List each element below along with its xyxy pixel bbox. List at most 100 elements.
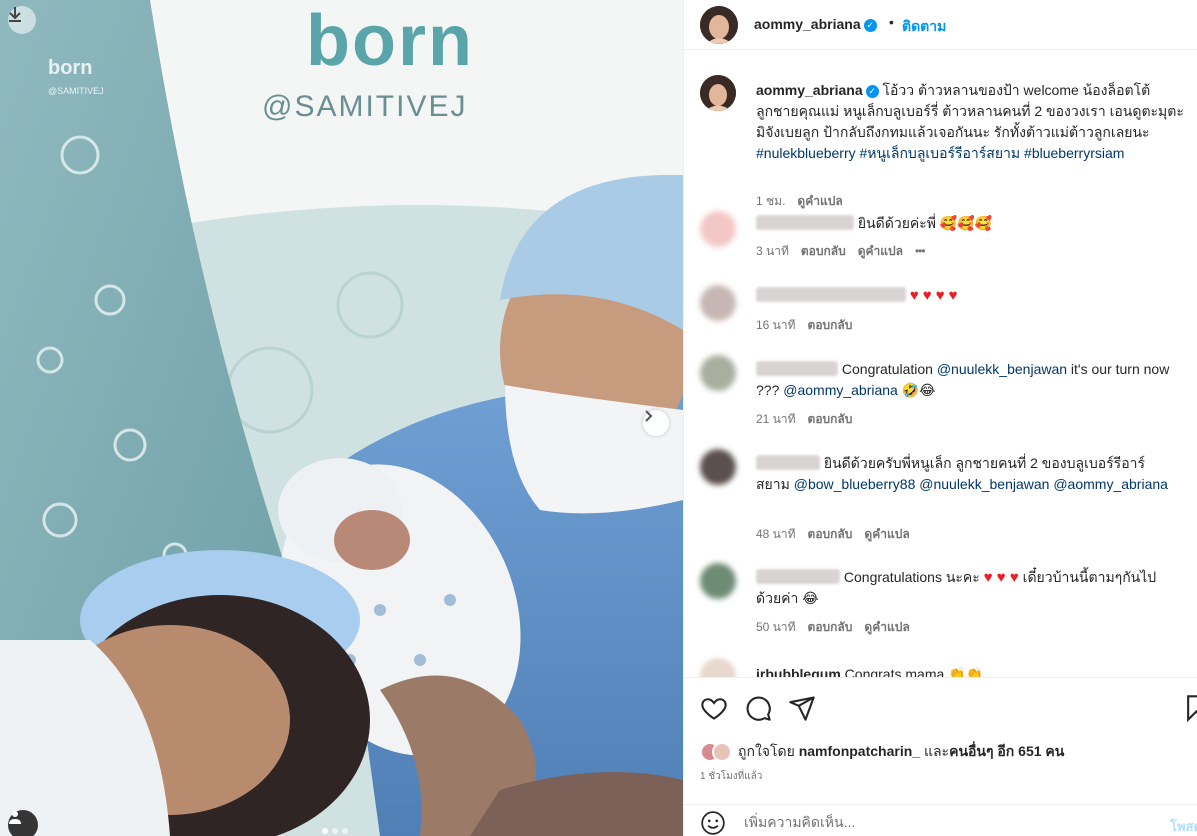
banner-brand: born xyxy=(306,1,474,81)
comment-meta: 21 นาที ตอบกลับ xyxy=(756,410,864,429)
caption-meta: 1 ชม. ดูคำแปล xyxy=(756,192,855,211)
mention-link[interactable]: @nuulekk_benjawan xyxy=(937,361,1067,377)
verified-icon: ✓ xyxy=(863,18,877,32)
likes-text: ถูกใจโดย namfonpatcharin_ และคนอื่นๆ อีก… xyxy=(738,741,1064,763)
comment-time[interactable]: 21 นาที xyxy=(756,412,796,426)
comment-text: Congratulations นะคะ ♥ ♥ ♥ เดี๋ยวบ้านนี้… xyxy=(756,567,1176,609)
comment-meta: 16 นาที ตอบกลับ xyxy=(756,316,864,335)
comment-text: irbubblegum Congrats mama 👏👏 xyxy=(756,664,1176,677)
likes-summary: ถูกใจโดย namfonpatcharin_ และคนอื่นๆ อีก… xyxy=(700,741,1064,763)
follow-button[interactable]: ติดตาม xyxy=(902,16,946,38)
mention-link[interactable]: @aommy_abriana xyxy=(1053,476,1168,492)
carousel-dot xyxy=(332,828,338,834)
comment-username[interactable]: irbubblegum xyxy=(756,666,841,677)
chevron-right-icon xyxy=(645,410,653,422)
comment-time[interactable]: 3 นาที xyxy=(756,244,789,258)
avatar[interactable] xyxy=(700,658,736,677)
comment-text: ♥♥♥♥ xyxy=(756,285,1176,306)
post-actions: ถูกใจโดย namfonpatcharin_ และคนอื่นๆ อีก… xyxy=(684,677,1197,836)
avatar[interactable] xyxy=(712,742,732,762)
drape-subtitle: @SAMITIVEJ xyxy=(48,86,104,96)
tagged-users-button[interactable] xyxy=(8,810,38,836)
share-icon[interactable] xyxy=(788,694,816,722)
redacted-username xyxy=(756,569,840,584)
comment-text: Congratulation @nuulekk_benjawan it's ou… xyxy=(756,359,1176,401)
likes-prefix: ถูกใจโดย xyxy=(738,743,799,759)
comment-time[interactable]: 50 นาที xyxy=(756,620,796,634)
reply-button[interactable]: ตอบกลับ xyxy=(808,527,853,541)
banner-subtitle: @SAMITIVEJ xyxy=(262,90,468,123)
redacted-username xyxy=(756,361,838,376)
comment-body: ยินดีด้วยค่ะพี่ 🥰🥰🥰 xyxy=(857,215,993,231)
comment-body: Congrats mama 👏👏 xyxy=(844,666,984,677)
mention-link[interactable]: @bow_blueberry88 xyxy=(794,476,916,492)
redacted-username xyxy=(756,287,906,302)
drape-brand: born xyxy=(48,57,93,79)
comment-emoji: 🤣😂 xyxy=(897,382,936,398)
carousel-indicator xyxy=(322,828,348,834)
comment-meta: 50 นาที ตอบกลับ ดูคำแปล xyxy=(756,618,922,637)
redacted-username xyxy=(756,215,854,230)
carousel-dot xyxy=(322,828,328,834)
post-author-username[interactable]: aommy_abriana xyxy=(754,16,861,32)
header-separator: • xyxy=(889,14,894,30)
translate-link[interactable]: ดูคำแปล xyxy=(858,244,903,258)
comment-time[interactable]: 16 นาที xyxy=(756,318,796,332)
comment-body: Congratulation xyxy=(841,361,937,377)
post-photo[interactable]: born @SAMITIVEJ born @SAMITIVEJ xyxy=(0,0,683,836)
comment-time[interactable]: 48 นาที xyxy=(756,527,796,541)
verified-icon: ✓ xyxy=(865,84,879,98)
avatar[interactable] xyxy=(700,449,736,485)
comment-input[interactable] xyxy=(744,809,1124,835)
banner-logo: born xyxy=(300,0,480,84)
liker-username[interactable]: namfonpatcharin_ xyxy=(799,743,920,759)
likes-middle: และ xyxy=(920,743,950,759)
comment-meta: 3 นาที ตอบกลับ ดูคำแปล ••• xyxy=(756,242,937,261)
heart-icon[interactable] xyxy=(700,694,728,722)
comment-text: ยินดีด้วยครับพี่หนูเล็ก ลูกชายคนที่ 2 ขอ… xyxy=(756,453,1176,495)
post-panel: aommy_abriana ✓ • ติดตาม aommy_abriana ✓ โ… xyxy=(683,0,1197,836)
photo-scene xyxy=(0,0,683,836)
avatar[interactable] xyxy=(700,6,738,44)
drape-logo: born @SAMITIVEJ xyxy=(48,58,104,101)
reply-button[interactable]: ตอบกลับ xyxy=(808,412,853,426)
carousel-dot xyxy=(342,828,348,834)
emoji-icon[interactable] xyxy=(700,810,726,836)
caption-text: aommy_abriana ✓ โอ้วว ต้าวหลานของป้า welc… xyxy=(756,80,1186,164)
comments-list[interactable]: aommy_abriana ✓ โอ้วว ต้าวหลานของป้า welc… xyxy=(684,51,1197,677)
translate-link[interactable]: ดูคำแปล xyxy=(864,620,909,634)
avatar[interactable] xyxy=(700,355,736,391)
comment-meta: 48 นาที ตอบกลับ ดูคำแปล xyxy=(756,525,922,544)
redacted-username xyxy=(756,455,820,470)
mention-link[interactable]: @nuulekk_benjawan xyxy=(919,476,1049,492)
add-comment-bar: โพสต์ xyxy=(684,804,1197,836)
download-icon[interactable] xyxy=(8,6,36,34)
avatar[interactable] xyxy=(700,285,736,321)
reply-button[interactable]: ตอบกลับ xyxy=(808,318,853,332)
translate-link[interactable]: ดูคำแปล xyxy=(797,194,842,208)
reply-button[interactable]: ตอบกลับ xyxy=(801,244,846,258)
more-options-icon[interactable]: ••• xyxy=(915,244,926,258)
likes-others-link[interactable]: คนอื่นๆ อีก 651 คน xyxy=(949,743,1064,759)
avatar[interactable] xyxy=(700,563,736,599)
mention-link[interactable]: @aommy_abriana xyxy=(783,382,898,398)
caption-username[interactable]: aommy_abriana xyxy=(756,82,863,98)
avatar[interactable] xyxy=(700,75,736,111)
comment-icon[interactable] xyxy=(744,694,772,722)
avatar[interactable] xyxy=(700,211,736,247)
caption-time[interactable]: 1 ชม. xyxy=(756,194,785,208)
reply-button[interactable]: ตอบกลับ xyxy=(808,620,853,634)
translate-link[interactable]: ดูคำแปล xyxy=(864,527,909,541)
caption-hashtags[interactable]: #nulekblueberry #หนูเล็กบลูเบอร์รีอาร์สย… xyxy=(756,145,1124,161)
next-photo-button[interactable] xyxy=(643,410,669,436)
comment-body: ♥♥♥♥ xyxy=(909,287,962,304)
bookmark-icon[interactable] xyxy=(1184,694,1197,722)
post-timestamp[interactable]: 1 ชั่วโมงที่แล้ว xyxy=(700,769,762,784)
post-header: aommy_abriana ✓ • ติดตาม xyxy=(684,0,1197,50)
comment-body: Congratulations นะคะ xyxy=(843,569,984,585)
comment-text: ยินดีด้วยค่ะพี่ 🥰🥰🥰 xyxy=(756,213,1176,234)
post-button[interactable]: โพสต์ xyxy=(1170,816,1197,836)
user-icon xyxy=(9,811,21,824)
post-author[interactable]: aommy_abriana ✓ xyxy=(754,16,877,32)
comment-hearts: ♥ ♥ ♥ xyxy=(983,569,1019,586)
